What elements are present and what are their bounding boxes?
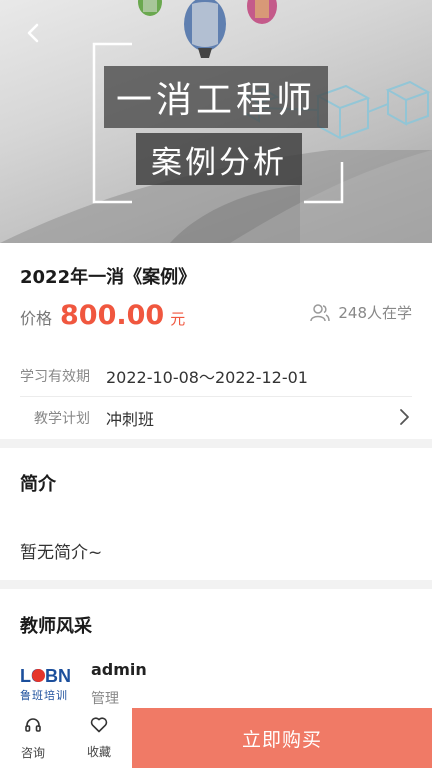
intro-title: 简介 <box>20 474 56 495</box>
section-gap <box>0 439 432 448</box>
balloon-left <box>138 0 162 16</box>
learner-count-text: 248人在学 <box>338 304 412 322</box>
price-value: 800.00 <box>60 300 165 331</box>
heart-icon <box>90 716 108 737</box>
people-icon <box>310 303 331 322</box>
consult-button[interactable]: 咨询 <box>8 708 58 768</box>
course-title: 2022年一消《案例》 <box>20 267 197 288</box>
section-gap <box>0 580 432 589</box>
intro-text: 暂无简介~ <box>20 543 103 563</box>
favorite-button[interactable]: 收藏 <box>74 708 124 768</box>
balloon-right <box>247 0 277 24</box>
chevron-right-icon <box>398 408 410 430</box>
teacher-card[interactable]: LOBN 鲁班培训 admin 管理 <box>20 660 147 708</box>
teacher-name: admin <box>91 660 147 679</box>
teachers-title: 教师风采 <box>20 616 92 637</box>
price-unit: 元 <box>170 310 186 328</box>
validity-row: 学习有效期 2022-10-08～2022-12-01 <box>20 364 412 388</box>
banner-subtitle: 案例分析 <box>136 133 302 185</box>
validity-value: 2022-10-08～2022-12-01 <box>106 368 308 387</box>
teaching-plan-row[interactable]: 教学计划 冲刺班 <box>20 406 412 430</box>
teacher-role: 管理 <box>91 691 119 707</box>
divider <box>20 396 412 397</box>
plan-label: 教学计划 <box>34 411 90 427</box>
headset-icon <box>24 716 42 738</box>
plan-value: 冲刺班 <box>106 410 155 429</box>
validity-label: 学习有效期 <box>20 369 90 385</box>
logo-text: LOBN <box>20 666 71 686</box>
logo-subtext: 鲁班培训 <box>20 689 68 702</box>
chevron-left-icon <box>27 23 39 43</box>
learner-count: 248人在学 <box>310 302 412 323</box>
consult-label: 咨询 <box>20 745 45 760</box>
logo-dot <box>32 669 45 682</box>
buy-now-button[interactable]: 立即购买 <box>132 708 432 768</box>
banner-title: 一消工程师 <box>104 66 328 128</box>
back-button[interactable] <box>18 18 48 48</box>
teacher-info: admin 管理 <box>91 660 147 708</box>
price-label: 价格 <box>20 309 53 328</box>
teacher-logo: LOBN 鲁班培训 <box>20 666 76 706</box>
favorite-label: 收藏 <box>86 745 111 759</box>
price-row: 价格 800.00 元 <box>20 300 185 331</box>
course-banner: 一消工程师 案例分析 <box>0 0 432 243</box>
